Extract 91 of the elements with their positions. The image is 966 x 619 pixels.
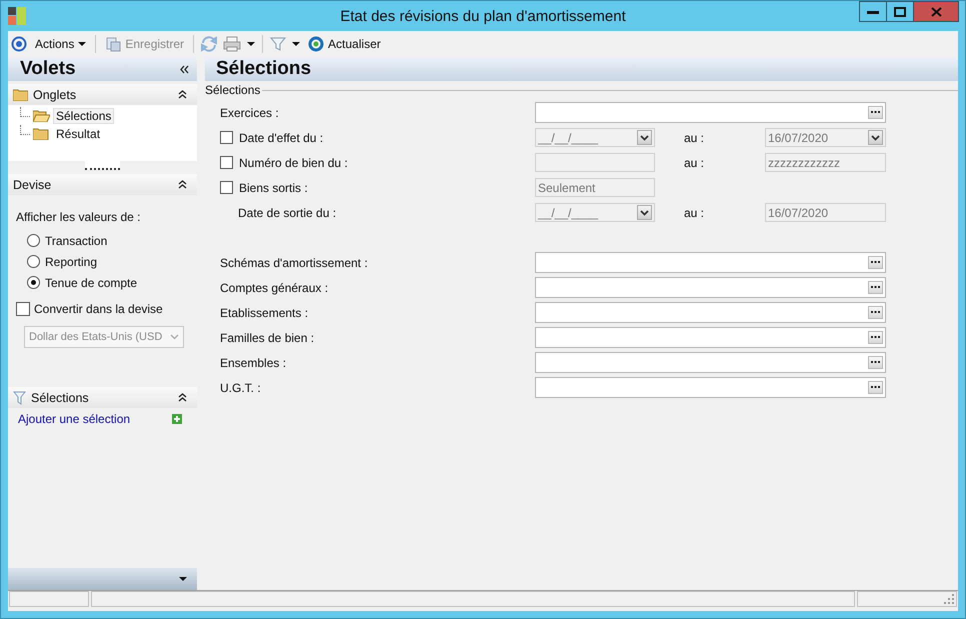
section-title: Onglets xyxy=(33,88,76,102)
radio-option[interactable]: Transaction xyxy=(16,230,197,251)
field-label: Schémas d'amortissement : xyxy=(220,256,369,270)
add-icon[interactable] xyxy=(172,414,182,424)
field-label: Etablissements : xyxy=(220,306,310,320)
maximize-button[interactable] xyxy=(886,1,914,22)
ellipsis-button[interactable] xyxy=(868,281,883,294)
ellipsis-icon xyxy=(871,311,880,314)
ellipsis-icon xyxy=(871,286,880,289)
options-prompt: Afficher les valeurs de : xyxy=(16,210,142,224)
section-header[interactable]: Onglets xyxy=(8,84,197,105)
collapse-icon[interactable] xyxy=(180,64,189,74)
splitter-grip[interactable] xyxy=(85,161,120,170)
field-label: Ensembles : xyxy=(220,356,288,370)
folder-icon xyxy=(13,88,28,100)
close-icon xyxy=(930,6,942,16)
maximize-icon xyxy=(894,6,906,16)
ellipsis-button[interactable] xyxy=(868,306,883,319)
section-header[interactable]: Devise xyxy=(8,174,197,195)
field-label: Date d'effet du : xyxy=(239,130,324,144)
ellipsis-button[interactable] xyxy=(868,331,883,344)
caret-icon[interactable] xyxy=(247,42,256,46)
ellipsis-icon xyxy=(871,386,880,389)
printer-icon[interactable] xyxy=(223,36,242,52)
lookup-field[interactable] xyxy=(535,302,886,323)
refresh-icon xyxy=(308,36,324,52)
caret-icon[interactable] xyxy=(179,577,187,581)
ellipsis-button[interactable] xyxy=(868,106,883,119)
group-label: Sélections xyxy=(205,83,262,97)
lookup-field[interactable] xyxy=(535,327,886,348)
close-button[interactable] xyxy=(913,1,959,22)
range-end-label: au : xyxy=(684,156,706,170)
radio-option[interactable]: Reporting xyxy=(16,251,197,272)
ellipsis-icon xyxy=(871,261,880,264)
field-label: Date de sortie du : xyxy=(238,206,336,220)
ellipsis-icon xyxy=(871,336,880,339)
target-icon[interactable] xyxy=(11,36,27,52)
checkbox[interactable] xyxy=(220,131,233,144)
lookup-field[interactable] xyxy=(535,277,886,298)
chevron-down-icon xyxy=(871,134,880,140)
tree-item[interactable]: Résultat xyxy=(53,126,104,142)
field-label: Familles de bien : xyxy=(220,330,316,344)
resize-grip-icon[interactable] xyxy=(944,594,954,604)
collapse-icon[interactable] xyxy=(178,393,187,402)
radio-button[interactable] xyxy=(27,276,40,289)
ellipsis-button[interactable] xyxy=(868,381,883,394)
actions-menu-button[interactable]: Actions xyxy=(33,37,88,51)
add-selection-link[interactable]: Ajouter une sélection xyxy=(18,412,130,426)
tree-item[interactable]: Sélections xyxy=(53,108,114,124)
section-header[interactable]: Sélections xyxy=(8,387,197,408)
panes-title: Volets xyxy=(20,58,76,80)
collapse-icon[interactable] xyxy=(178,90,187,99)
ellipsis-icon xyxy=(871,361,880,364)
section-title: Devise xyxy=(13,178,52,192)
lookup-field[interactable] xyxy=(535,252,886,273)
minimize-button[interactable] xyxy=(859,1,887,22)
collapse-icon[interactable] xyxy=(178,180,187,189)
caret-icon[interactable] xyxy=(292,42,300,46)
field-label: Comptes généraux : xyxy=(220,280,330,294)
radio-option[interactable]: Tenue de compte xyxy=(16,272,197,293)
section-title: Sélections xyxy=(31,390,89,404)
range-end-label: au : xyxy=(684,130,706,144)
lookup-field[interactable] xyxy=(535,377,886,398)
folder-icon xyxy=(33,128,50,140)
field-label: U.G.T. : xyxy=(220,380,262,394)
refresh-button[interactable]: Actualiser xyxy=(306,36,383,52)
checkbox[interactable] xyxy=(220,181,233,194)
checkbox[interactable] xyxy=(220,156,233,169)
convert-checkbox-option[interactable]: Convertir dans la devise xyxy=(16,302,197,316)
caret-icon xyxy=(78,42,86,46)
radio-button[interactable] xyxy=(27,255,40,268)
field-label: Exercices : xyxy=(220,106,280,120)
folder-icon xyxy=(33,110,50,122)
radio-button[interactable] xyxy=(27,234,40,247)
save-icon xyxy=(105,36,122,52)
content-title: Sélections xyxy=(216,58,312,80)
field-label: Numéro de bien du : xyxy=(239,156,348,170)
ellipsis-icon xyxy=(871,111,880,114)
field-label: Biens sortis : xyxy=(239,180,308,194)
range-end-label: au : xyxy=(684,206,706,220)
lookup-field[interactable] xyxy=(535,352,886,373)
filter-icon xyxy=(13,390,26,404)
app-icon xyxy=(8,7,26,25)
lookup-field[interactable] xyxy=(535,102,886,123)
ellipsis-button[interactable] xyxy=(868,256,883,269)
chevron-down-icon xyxy=(640,134,649,140)
ellipsis-button[interactable] xyxy=(868,356,883,369)
minimize-icon xyxy=(867,10,879,14)
checkbox[interactable] xyxy=(16,302,30,316)
chevron-down-icon xyxy=(640,210,649,216)
window-title: Etat des révisions du plan d'amortissement xyxy=(340,8,626,25)
